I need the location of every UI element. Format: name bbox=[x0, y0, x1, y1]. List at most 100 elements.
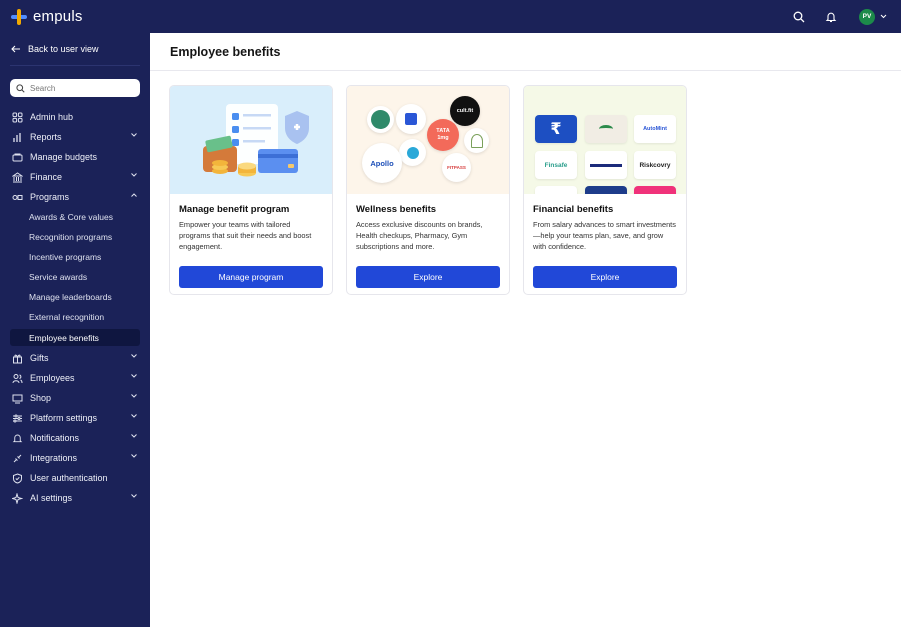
chevron-down-icon bbox=[131, 354, 137, 358]
back-to-user-view-link[interactable]: Back to user view bbox=[0, 33, 150, 65]
brand-logo-navy-partial bbox=[585, 186, 627, 194]
integrations-icon bbox=[11, 452, 23, 464]
tata-1mg-logo: TATA 1mg bbox=[427, 119, 459, 151]
avatar: PV bbox=[859, 8, 875, 25]
sidebar-subitem-incentive-programs[interactable]: Incentive programs bbox=[0, 247, 150, 267]
admin-hub-icon bbox=[11, 111, 23, 123]
sidebar-item-notifications[interactable]: Notifications bbox=[0, 428, 150, 448]
sidebar-item-programs[interactable]: Programs bbox=[0, 187, 150, 207]
sidebar-item-user-authentication[interactable]: User authentication bbox=[0, 468, 150, 488]
explore-financial-button[interactable]: Explore bbox=[533, 266, 677, 288]
back-label: Back to user view bbox=[28, 44, 99, 54]
financial-benefits-card: ₹ AutoMint Finsafe Riskcovry Financial b… bbox=[523, 85, 687, 295]
sparkle-icon bbox=[11, 492, 23, 504]
chevron-down-icon bbox=[131, 374, 137, 378]
sidebar-item-ai-settings[interactable]: AI settings bbox=[0, 488, 150, 508]
card-title: Manage benefit program bbox=[179, 204, 290, 215]
page-header: Employee benefits bbox=[150, 33, 901, 71]
sidebar-item-employees[interactable]: Employees bbox=[0, 368, 150, 388]
apollo-text: Apollo bbox=[370, 158, 394, 168]
sidebar-subitem-recognition-programs[interactable]: Recognition programs bbox=[0, 227, 150, 247]
chevron-down-icon bbox=[131, 414, 137, 418]
sidebar-subitem-service-awards[interactable]: Service awards bbox=[0, 267, 150, 287]
sidebar-item-admin-hub[interactable]: Admin hub bbox=[0, 107, 150, 127]
chevron-down-icon bbox=[131, 454, 137, 458]
employees-icon bbox=[11, 372, 23, 384]
benefit-program-illustration bbox=[170, 86, 332, 194]
sidebar-item-gifts[interactable]: Gifts bbox=[0, 348, 150, 368]
bell-icon bbox=[11, 432, 23, 444]
sidebar-item-label: Notifications bbox=[30, 433, 80, 443]
settings-icon bbox=[11, 412, 23, 424]
manage-benefit-program-card: Manage benefit program Empower your team… bbox=[169, 85, 333, 295]
sidebar-item-label: Platform settings bbox=[30, 413, 98, 423]
benefit-cards: Manage benefit program Empower your team… bbox=[169, 85, 687, 295]
brand-logo-leaf bbox=[464, 128, 489, 153]
automint-text: AutoMint bbox=[643, 126, 667, 132]
shop-icon bbox=[11, 392, 23, 404]
shield-icon bbox=[11, 472, 23, 484]
empuls-logo[interactable]: empuls bbox=[11, 8, 83, 25]
sidebar-item-reports[interactable]: Reports bbox=[0, 127, 150, 147]
main-content: Employee benefits Manage benefit program… bbox=[150, 33, 901, 627]
chevron-down-icon bbox=[131, 394, 137, 398]
sidebar-item-shop[interactable]: Shop bbox=[0, 388, 150, 408]
sidebar-item-finance[interactable]: Finance bbox=[0, 167, 150, 187]
sidebar-item-label: Admin hub bbox=[30, 112, 74, 122]
top-bar: empuls PV bbox=[0, 0, 901, 33]
search-input[interactable] bbox=[30, 83, 130, 93]
brand-logo-blue bbox=[396, 104, 426, 134]
programs-icon bbox=[11, 191, 23, 203]
page-title: Employee benefits bbox=[170, 44, 281, 59]
cult-fit-text: cult.fit bbox=[456, 108, 474, 114]
manage-program-button[interactable]: Manage program bbox=[179, 266, 323, 288]
rupee-brand-logo: ₹ bbox=[535, 115, 577, 143]
card-title: Wellness benefits bbox=[356, 204, 437, 215]
sidebar-item-label: Reports bbox=[30, 132, 62, 142]
sidebar-subitem-awards-core-values[interactable]: Awards & Core values bbox=[0, 207, 150, 227]
brand-logo-navy-text bbox=[585, 151, 627, 179]
sidebar-item-manage-budgets[interactable]: Manage budgets bbox=[0, 147, 150, 167]
wellness-benefits-card: cult.fit TATA 1mg Apollo FITPASS Wellnes… bbox=[346, 85, 510, 295]
wellness-brands-illustration: cult.fit TATA 1mg Apollo FITPASS bbox=[347, 86, 509, 194]
chevron-down-icon bbox=[131, 133, 137, 137]
finance-icon bbox=[11, 171, 23, 183]
automint-logo: AutoMint bbox=[634, 115, 676, 143]
user-menu[interactable]: PV bbox=[859, 8, 887, 25]
card-description: Empower your teams with tailored program… bbox=[179, 220, 312, 251]
finsafe-logo: Finsafe bbox=[535, 151, 577, 179]
bell-icon[interactable] bbox=[823, 9, 839, 25]
financial-brands-illustration: ₹ AutoMint Finsafe Riskcovry bbox=[524, 86, 686, 194]
sidebar-subitem-external-recognition[interactable]: External recognition bbox=[0, 307, 150, 327]
sidebar-item-label: Manage budgets bbox=[30, 152, 98, 162]
card-title: Financial benefits bbox=[533, 204, 614, 215]
card-description: From salary advances to smart investment… bbox=[533, 220, 676, 251]
brand-logo-white-partial bbox=[535, 186, 577, 194]
finsafe-text: Finsafe bbox=[544, 161, 568, 169]
apollo-logo: Apollo bbox=[362, 143, 402, 183]
card-description: Access exclusive discounts on brands, He… bbox=[356, 220, 483, 251]
sidebar-item-label: Finance bbox=[30, 172, 63, 182]
sidebar-search[interactable] bbox=[10, 79, 140, 97]
brand-name: empuls bbox=[33, 8, 83, 25]
fitpass-text: FITPASS bbox=[447, 165, 466, 170]
riskcovry-logo: Riskcovry bbox=[634, 151, 676, 179]
sidebar-subitem-manage-leaderboards[interactable]: Manage leaderboards bbox=[0, 287, 150, 307]
sidebar-item-integrations[interactable]: Integrations bbox=[0, 448, 150, 468]
explore-wellness-button[interactable]: Explore bbox=[356, 266, 500, 288]
sidebar-item-label: Employees bbox=[30, 373, 75, 383]
sidebar-item-label: Integrations bbox=[30, 453, 78, 463]
sidebar-item-platform-settings[interactable]: Platform settings bbox=[0, 408, 150, 428]
sidebar: Back to user view Admin hub Reports Mana… bbox=[0, 33, 150, 627]
brand-logo-green bbox=[367, 106, 394, 133]
sidebar-item-label: AI settings bbox=[30, 493, 73, 503]
fitpass-logo: FITPASS bbox=[442, 153, 471, 182]
cult-fit-logo: cult.fit bbox=[450, 96, 480, 126]
empuls-logo-icon bbox=[11, 8, 27, 25]
brand-logo-pin bbox=[399, 139, 426, 166]
sidebar-item-label: User authentication bbox=[30, 473, 108, 483]
chevron-down-icon bbox=[880, 14, 887, 19]
search-icon[interactable] bbox=[791, 9, 807, 25]
sidebar-subitem-employee-benefits[interactable]: Employee benefits bbox=[10, 329, 140, 346]
sidebar-divider bbox=[10, 65, 140, 66]
